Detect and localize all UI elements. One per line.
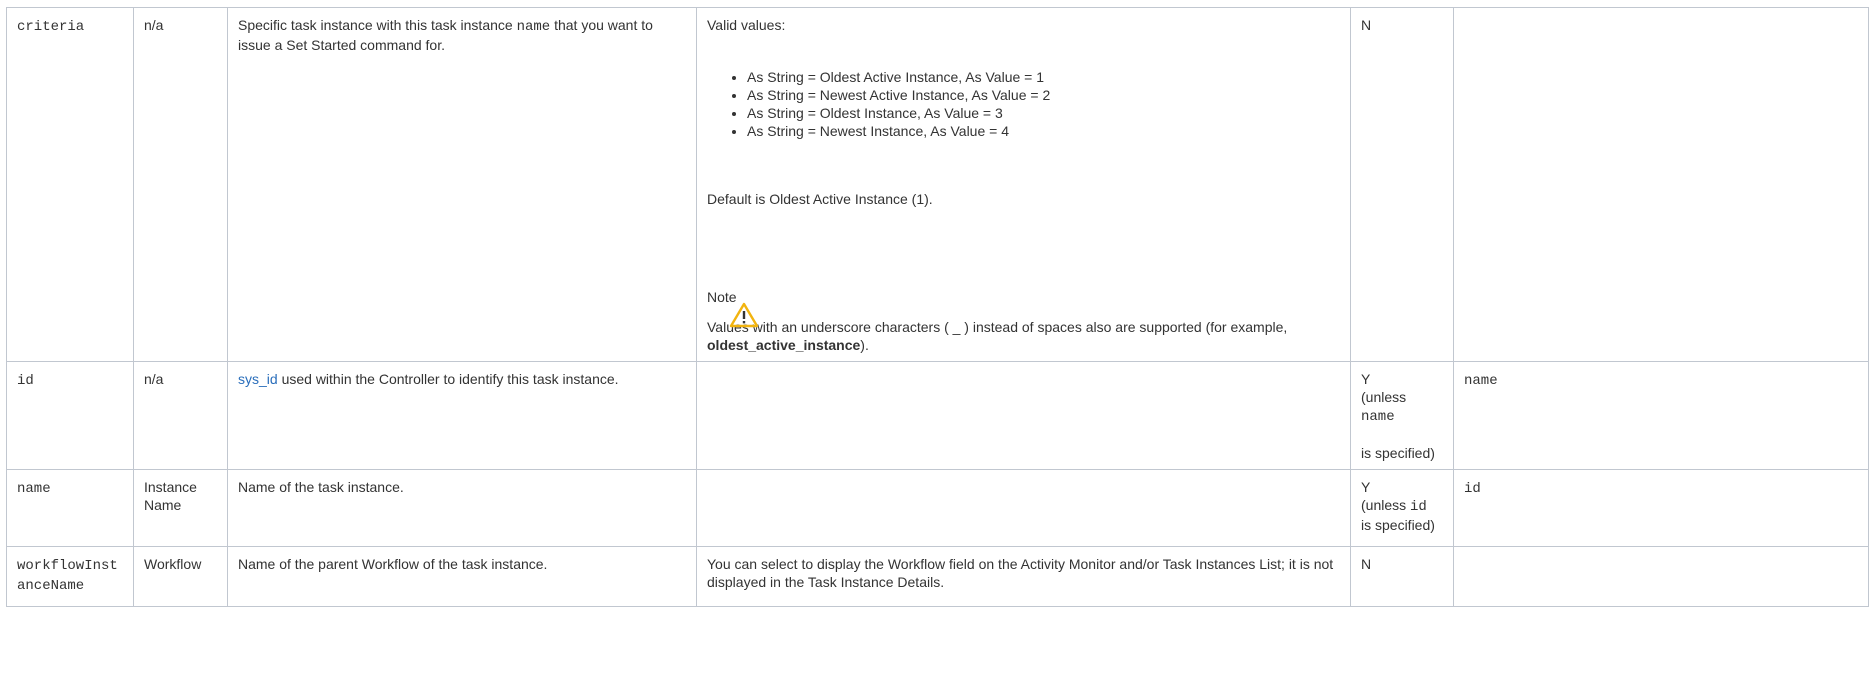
required-value: N xyxy=(1361,17,1372,33)
mutually-exclusive-value: name xyxy=(1464,373,1498,389)
note-body-pre: Values with an underscore characters ( _… xyxy=(707,319,1288,335)
ui-field-cell: n/a xyxy=(133,7,228,362)
specifications-cell xyxy=(696,469,1351,547)
required-value: Y xyxy=(1361,371,1371,387)
required-condition: (unless name xyxy=(1361,388,1443,426)
description-cell: Specific task instance with this task in… xyxy=(227,7,697,362)
table-row-name: name Instance Name Name of the task inst… xyxy=(6,469,1869,547)
list-item: As String = Oldest Active Instance, As V… xyxy=(747,68,1340,86)
field-name-cell: workflowInstanceName xyxy=(6,546,134,607)
specifications-cell: You can select to display the Workflow f… xyxy=(696,546,1351,607)
mutually-exclusive-value: id xyxy=(1464,481,1481,497)
required-condition-end: is specified) xyxy=(1361,517,1435,533)
field-name-cell: name xyxy=(6,469,134,547)
note-panel: Note Values with an underscore character… xyxy=(707,288,1340,354)
note-body-bold: oldest_active_instance xyxy=(707,337,861,353)
default-value-text: Default is Oldest Active Instance (1). xyxy=(707,191,933,207)
ui-field: n/a xyxy=(144,17,164,33)
list-item: As String = Newest Instance, As Value = … xyxy=(747,122,1340,140)
required-cell: N xyxy=(1350,546,1454,607)
field-name: criteria xyxy=(17,19,85,35)
ui-field: n/a xyxy=(144,371,164,387)
mutually-exclusive-cell: name xyxy=(1453,361,1869,470)
required-condition-end: is specified) xyxy=(1361,445,1435,461)
ui-field-cell: Workflow xyxy=(133,546,228,607)
ui-field: Workflow xyxy=(144,556,202,572)
note-body-post: ). xyxy=(860,337,869,353)
ui-field-cell: Instance Name xyxy=(133,469,228,547)
note-body: Values with an underscore characters ( _… xyxy=(707,318,1340,354)
table-row-criteria: criteria n/a Specific task instance with… xyxy=(6,7,1869,362)
ui-field-cell: n/a xyxy=(133,361,228,470)
table-row-workflow-instance-name: workflowInstanceName Workflow Name of th… xyxy=(6,546,1869,607)
field-name-cell: id xyxy=(6,361,134,470)
note-title: Note xyxy=(707,289,737,305)
description-text: Name of the parent Workflow of the task … xyxy=(238,556,548,572)
description-cell: Name of the task instance. xyxy=(227,469,697,547)
mutually-exclusive-cell: id xyxy=(1453,469,1869,547)
mutually-exclusive-cell xyxy=(1453,546,1869,607)
description-text: Name of the task instance. xyxy=(238,479,404,495)
valid-values-intro: Valid values: xyxy=(707,17,786,33)
required-cell: Y (unless id is specified) xyxy=(1350,469,1454,547)
required-condition-code: name xyxy=(1361,409,1395,425)
table-row-id: id n/a sys_id used within the Controller… xyxy=(6,361,1869,470)
sys-id-link[interactable]: sys_id xyxy=(238,371,278,387)
warning-icon xyxy=(729,302,759,328)
description-cell: sys_id used within the Controller to ide… xyxy=(227,361,697,470)
field-name: workflowInstanceName xyxy=(17,558,118,594)
list-item: As String = Newest Active Instance, As V… xyxy=(747,86,1340,104)
required-condition-pre: (unless xyxy=(1361,497,1411,513)
description-text-pre: Specific task instance with this task in… xyxy=(238,17,517,33)
description-code: name xyxy=(516,19,551,35)
field-name: id xyxy=(17,373,34,389)
required-condition: (unless id xyxy=(1361,496,1443,516)
mutually-exclusive-cell xyxy=(1453,7,1869,362)
description-text-post: used within the Controller to identify t… xyxy=(277,371,619,387)
specifications-cell: Valid values: As String = Oldest Active … xyxy=(696,7,1351,362)
field-name-cell: criteria xyxy=(6,7,134,362)
ui-field: Instance Name xyxy=(144,479,197,513)
description-cell: Name of the parent Workflow of the task … xyxy=(227,546,697,607)
valid-values-list: As String = Oldest Active Instance, As V… xyxy=(707,68,1340,140)
properties-table: criteria n/a Specific task instance with… xyxy=(6,7,1869,607)
required-cell: Y (unless name is specified) xyxy=(1350,361,1454,470)
specifications-cell xyxy=(696,361,1351,470)
specifications-value: You can select to display the Workflow f… xyxy=(707,556,1334,590)
required-value: Y xyxy=(1361,479,1371,495)
required-cell: N xyxy=(1350,7,1454,362)
list-item: As String = Oldest Instance, As Value = … xyxy=(747,104,1340,122)
required-condition-code: id xyxy=(1410,499,1427,515)
field-name: name xyxy=(17,481,51,497)
required-condition-pre: (unless xyxy=(1361,389,1407,405)
required-value: N xyxy=(1361,556,1372,572)
